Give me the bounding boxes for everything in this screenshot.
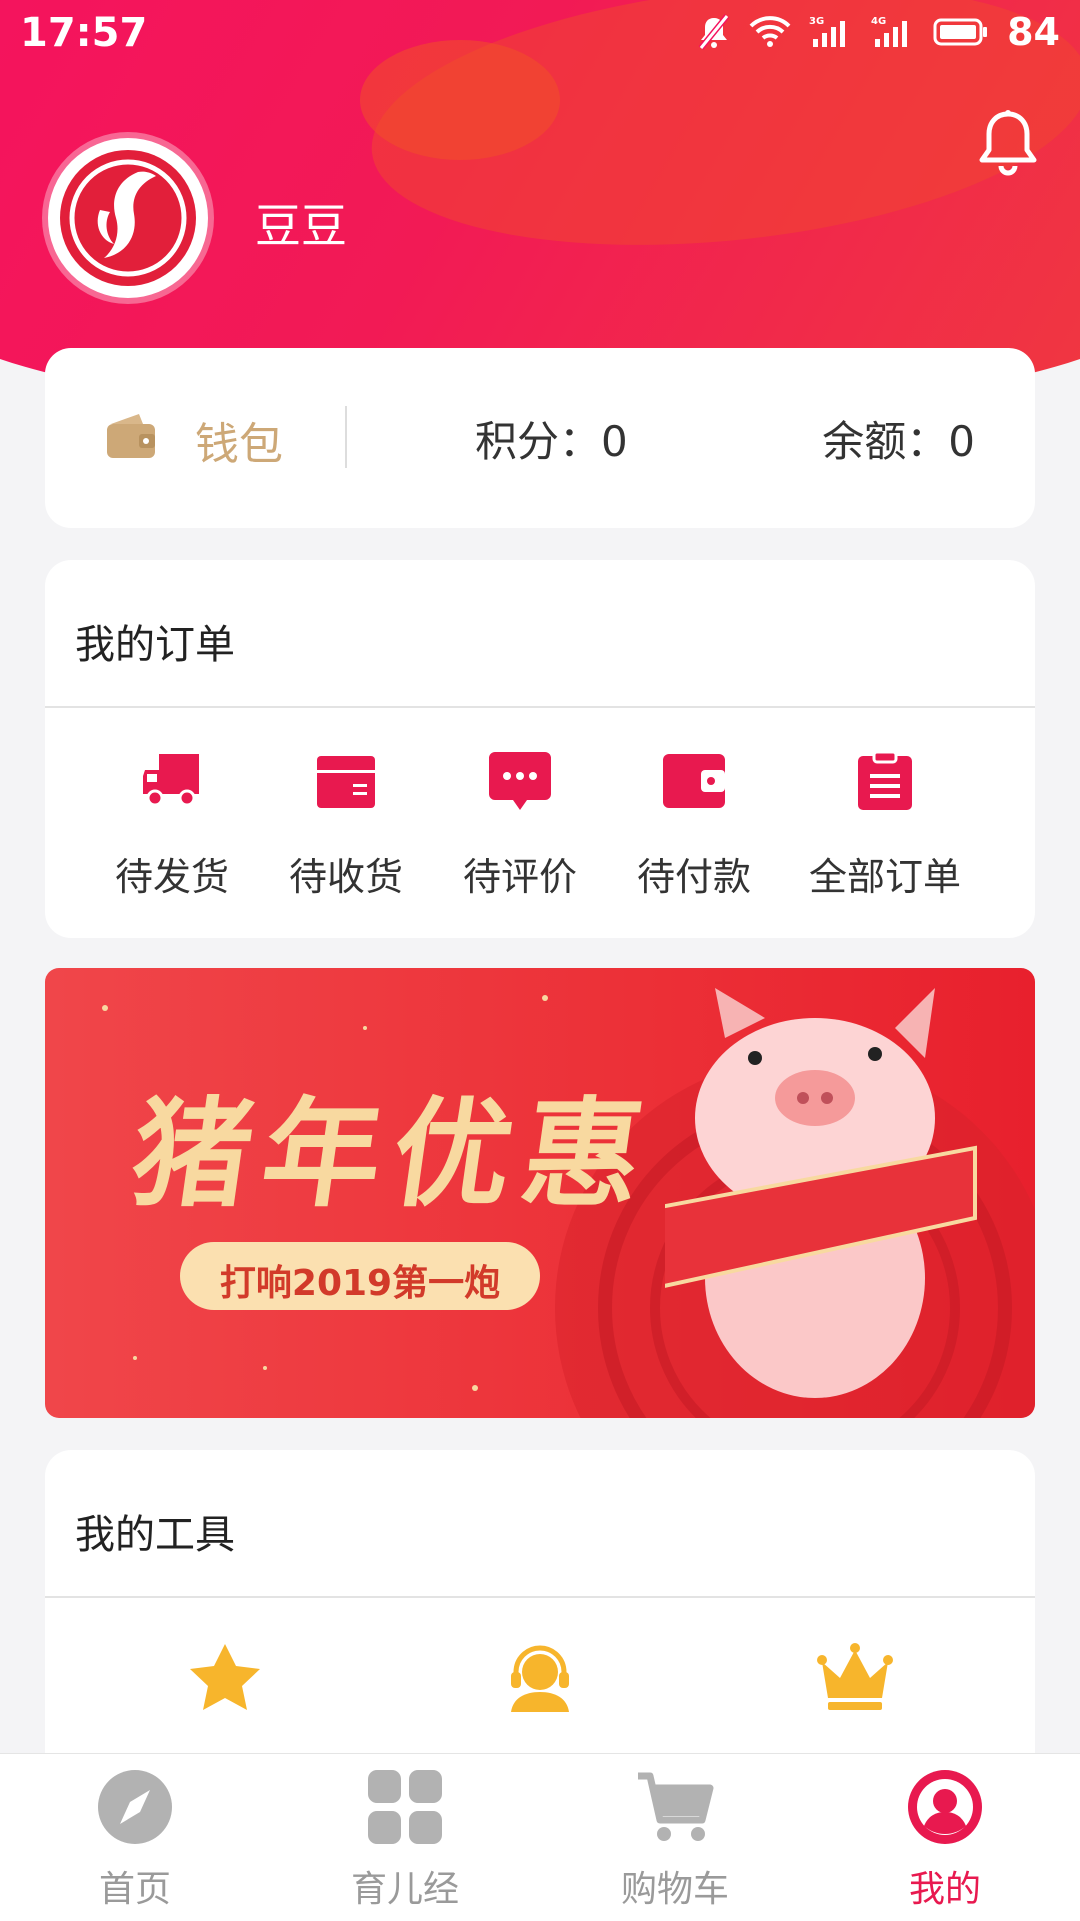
- divider: [345, 406, 347, 468]
- battery-level: 84: [1007, 10, 1060, 54]
- cart-icon: [638, 1772, 714, 1841]
- signal-3g-icon: 3G: [809, 16, 846, 47]
- comment-icon: [489, 752, 551, 810]
- tab-label: 购物车: [620, 1869, 729, 1910]
- order-label: 待发货: [114, 855, 229, 899]
- avatar-logo-icon: [60, 150, 196, 286]
- tab-mine[interactable]: 我的: [845, 1768, 1045, 1912]
- tool-customer-service[interactable]: [440, 1642, 640, 1718]
- user-name[interactable]: 豆豆: [255, 190, 347, 256]
- banner-subtitle: 打响2019第一炮: [219, 1263, 501, 1304]
- balance-value[interactable]: 余额：0: [822, 408, 975, 469]
- battery-icon: [933, 18, 988, 46]
- box-icon: [317, 756, 375, 808]
- banner-subtitle-pill: 打响2019第一炮: [180, 1242, 540, 1310]
- wallet-card: 钱包 积分：0 余额：0: [45, 348, 1035, 528]
- wallet-icon[interactable]: [105, 410, 157, 460]
- order-all[interactable]: 全部订单: [785, 750, 985, 901]
- order-pending-shipment[interactable]: 待发货: [82, 750, 262, 901]
- points-value[interactable]: 积分：0: [475, 408, 628, 469]
- svg-text:3G: 3G: [809, 16, 824, 27]
- order-pending-review[interactable]: 待评价: [430, 750, 610, 901]
- tool-membership[interactable]: [755, 1642, 955, 1718]
- crown-icon: [817, 1643, 893, 1710]
- order-pending-receipt[interactable]: 待收货: [256, 750, 436, 901]
- wallet-label[interactable]: 钱包: [195, 408, 283, 472]
- tab-label: 育儿经: [350, 1869, 459, 1910]
- order-label: 待评价: [462, 855, 577, 899]
- banner-title: 猪年优惠: [123, 1084, 664, 1223]
- status-bar: 17:57 3G 4G 84: [0, 0, 1080, 68]
- tab-label: 首页: [98, 1869, 171, 1910]
- tab-cart[interactable]: 购物车: [575, 1768, 775, 1912]
- my-orders-card: 我的订单 待发货 待收货 待评价 待付款 全部订单: [45, 560, 1035, 938]
- truck-icon: [143, 754, 199, 807]
- wallet-icon: [663, 754, 725, 808]
- tab-label: 我的: [908, 1869, 981, 1910]
- divider: [45, 706, 1035, 708]
- orders-title[interactable]: 我的订单: [75, 612, 235, 670]
- bell-icon[interactable]: [976, 108, 1040, 178]
- order-label: 全部订单: [808, 855, 961, 899]
- headset-icon: [511, 1645, 569, 1712]
- grid-icon: [368, 1770, 442, 1844]
- pig-illustration: [665, 988, 977, 1398]
- status-icons: 3G 4G 84: [697, 10, 1060, 54]
- tool-favorites[interactable]: [125, 1642, 325, 1718]
- profile-icon: [908, 1770, 982, 1844]
- avatar[interactable]: [48, 138, 208, 298]
- order-pending-payment[interactable]: 待付款: [604, 750, 784, 901]
- tab-parenting[interactable]: 育儿经: [305, 1768, 505, 1912]
- tools-title: 我的工具: [75, 1512, 235, 1558]
- signal-4g-icon: 4G: [871, 16, 908, 47]
- bottom-tab-bar: 首页 育儿经 购物车 我的: [0, 1753, 1080, 1921]
- star-icon: [190, 1644, 260, 1710]
- mute-icon: [698, 14, 730, 50]
- tab-home[interactable]: 首页: [35, 1768, 235, 1912]
- wifi-icon: [749, 16, 791, 47]
- status-time: 17:57: [20, 10, 148, 56]
- order-label: 待收货: [288, 855, 403, 899]
- divider: [45, 1596, 1035, 1598]
- svg-text:4G: 4G: [871, 16, 886, 27]
- clipboard-icon: [858, 750, 912, 810]
- order-label: 待付款: [636, 855, 751, 899]
- promo-banner[interactable]: 猪年优惠 打响2019第一炮: [45, 968, 1035, 1418]
- compass-icon: [98, 1770, 172, 1844]
